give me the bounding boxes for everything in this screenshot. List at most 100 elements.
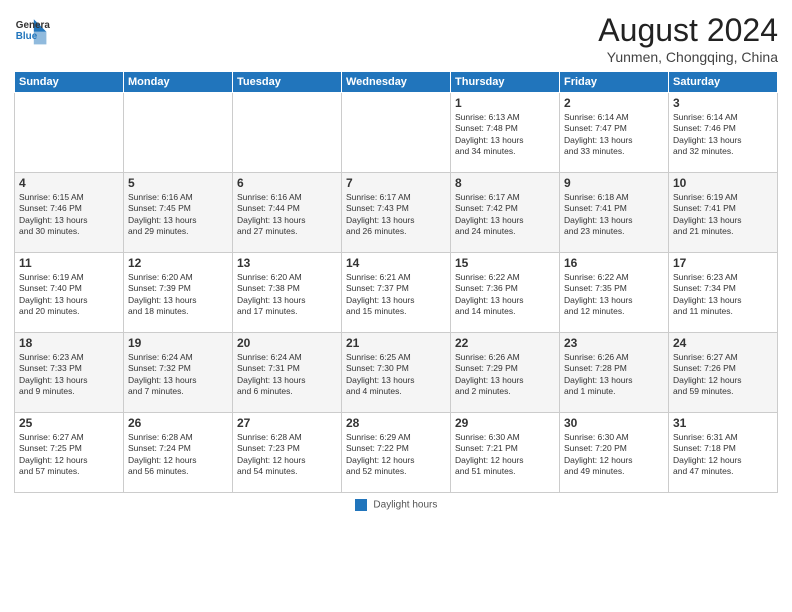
day-info: Sunrise: 6:24 AMSunset: 7:32 PMDaylight:… — [128, 352, 228, 398]
day-number: 12 — [128, 256, 228, 270]
weekday-header-row: SundayMondayTuesdayWednesdayThursdayFrid… — [15, 72, 778, 93]
calendar-cell: 7Sunrise: 6:17 AMSunset: 7:43 PMDaylight… — [342, 173, 451, 253]
day-info: Sunrise: 6:16 AMSunset: 7:44 PMDaylight:… — [237, 192, 337, 238]
day-info: Sunrise: 6:31 AMSunset: 7:18 PMDaylight:… — [673, 432, 773, 478]
day-info: Sunrise: 6:26 AMSunset: 7:28 PMDaylight:… — [564, 352, 664, 398]
location: Yunmen, Chongqing, China — [598, 49, 778, 65]
calendar-cell: 17Sunrise: 6:23 AMSunset: 7:34 PMDayligh… — [669, 253, 778, 333]
day-info: Sunrise: 6:28 AMSunset: 7:24 PMDaylight:… — [128, 432, 228, 478]
day-number: 8 — [455, 176, 555, 190]
day-info: Sunrise: 6:30 AMSunset: 7:21 PMDaylight:… — [455, 432, 555, 478]
daylight-color-swatch — [355, 499, 367, 511]
day-info: Sunrise: 6:21 AMSunset: 7:37 PMDaylight:… — [346, 272, 446, 318]
calendar-cell: 10Sunrise: 6:19 AMSunset: 7:41 PMDayligh… — [669, 173, 778, 253]
title-area: August 2024 Yunmen, Chongqing, China — [598, 12, 778, 65]
day-number: 4 — [19, 176, 119, 190]
day-number: 19 — [128, 336, 228, 350]
week-row-1: 4 Sunrise: 6:15 AMSunset: 7:46 PMDaylight… — [15, 173, 778, 253]
day-number: 14 — [346, 256, 446, 270]
svg-text:Blue: Blue — [16, 31, 38, 42]
day-number: 23 — [564, 336, 664, 350]
calendar-cell: 31 Sunrise: 6:31 AMSunset: 7:18 PMDayligh… — [669, 413, 778, 493]
day-number: 20 — [237, 336, 337, 350]
day-number: 24 — [673, 336, 773, 350]
calendar-cell: 30 Sunrise: 6:30 AMSunset: 7:20 PMDayligh… — [560, 413, 669, 493]
day-info: Sunrise: 6:27 AMSunset: 7:26 PMDaylight:… — [673, 352, 773, 398]
calendar-cell: 2 Sunrise: 6:14 AMSunset: 7:47 PMDaylight… — [560, 93, 669, 173]
calendar-cell — [342, 93, 451, 173]
calendar-cell: 26 Sunrise: 6:28 AMSunset: 7:24 PMDayligh… — [124, 413, 233, 493]
day-number: 2 — [564, 96, 664, 110]
calendar-cell: 27Sunrise: 6:28 AMSunset: 7:23 PMDayligh… — [233, 413, 342, 493]
day-info: Sunrise: 6:30 AMSunset: 7:20 PMDaylight:… — [564, 432, 664, 478]
calendar-cell: 25Sunrise: 6:27 AMSunset: 7:25 PMDayligh… — [15, 413, 124, 493]
weekday-header-sunday: Sunday — [15, 72, 124, 93]
calendar-cell: 5 Sunrise: 6:16 AMSunset: 7:45 PMDaylight… — [124, 173, 233, 253]
calendar-cell: 8 Sunrise: 6:17 AMSunset: 7:42 PMDaylight… — [451, 173, 560, 253]
day-number: 13 — [237, 256, 337, 270]
weekday-header-wednesday: Wednesday — [342, 72, 451, 93]
calendar-cell: 29 Sunrise: 6:30 AMSunset: 7:21 PMDayligh… — [451, 413, 560, 493]
footer-label-text: Daylight hours — [373, 500, 437, 511]
weekday-header-saturday: Saturday — [669, 72, 778, 93]
day-number: 30 — [564, 416, 664, 430]
calendar-cell: 9 Sunrise: 6:18 AMSunset: 7:41 PMDaylight… — [560, 173, 669, 253]
calendar-cell: 14 Sunrise: 6:21 AMSunset: 7:37 PMDayligh… — [342, 253, 451, 333]
calendar-cell: 24 Sunrise: 6:27 AMSunset: 7:26 PMDayligh… — [669, 333, 778, 413]
day-number: 28 — [346, 416, 446, 430]
weekday-header-tuesday: Tuesday — [233, 72, 342, 93]
day-info: Sunrise: 6:22 AMSunset: 7:35 PMDaylight:… — [564, 272, 664, 318]
logo-icon: General Blue — [14, 12, 50, 48]
week-row-4: 25Sunrise: 6:27 AMSunset: 7:25 PMDayligh… — [15, 413, 778, 493]
calendar-cell: 18 Sunrise: 6:23 AMSunset: 7:33 PMDayligh… — [15, 333, 124, 413]
header: General Blue August 2024 Yunmen, Chongqi… — [14, 12, 778, 65]
day-info: Sunrise: 6:15 AMSunset: 7:46 PMDaylight:… — [19, 192, 119, 238]
month-title: August 2024 — [598, 12, 778, 49]
svg-text:General: General — [16, 20, 50, 31]
day-number: 5 — [128, 176, 228, 190]
page-container: General Blue August 2024 Yunmen, Chongqi… — [0, 0, 792, 612]
week-row-0: 1 Sunrise: 6:13 AMSunset: 7:48 PMDaylight… — [15, 93, 778, 173]
calendar-cell: 22Sunrise: 6:26 AMSunset: 7:29 PMDayligh… — [451, 333, 560, 413]
day-info: Sunrise: 6:14 AMSunset: 7:46 PMDaylight:… — [673, 112, 773, 158]
footer: Daylight hours — [14, 499, 778, 511]
calendar-cell — [15, 93, 124, 173]
calendar-cell: 20Sunrise: 6:24 AMSunset: 7:31 PMDayligh… — [233, 333, 342, 413]
day-info: Sunrise: 6:18 AMSunset: 7:41 PMDaylight:… — [564, 192, 664, 238]
day-number: 18 — [19, 336, 119, 350]
calendar-cell: 4 Sunrise: 6:15 AMSunset: 7:46 PMDaylight… — [15, 173, 124, 253]
day-number: 27 — [237, 416, 337, 430]
day-info: Sunrise: 6:16 AMSunset: 7:45 PMDaylight:… — [128, 192, 228, 238]
day-info: Sunrise: 6:22 AMSunset: 7:36 PMDaylight:… — [455, 272, 555, 318]
calendar-cell: 12Sunrise: 6:20 AMSunset: 7:39 PMDayligh… — [124, 253, 233, 333]
day-info: Sunrise: 6:25 AMSunset: 7:30 PMDaylight:… — [346, 352, 446, 398]
day-number: 1 — [455, 96, 555, 110]
calendar-cell: 13 Sunrise: 6:20 AMSunset: 7:38 PMDayligh… — [233, 253, 342, 333]
day-info: Sunrise: 6:14 AMSunset: 7:47 PMDaylight:… — [564, 112, 664, 158]
calendar-cell: 3Sunrise: 6:14 AMSunset: 7:46 PMDaylight… — [669, 93, 778, 173]
calendar-cell: 6 Sunrise: 6:16 AMSunset: 7:44 PMDaylight… — [233, 173, 342, 253]
day-number: 11 — [19, 256, 119, 270]
day-number: 9 — [564, 176, 664, 190]
calendar-cell: 19 Sunrise: 6:24 AMSunset: 7:32 PMDayligh… — [124, 333, 233, 413]
week-row-2: 11 Sunrise: 6:19 AMSunset: 7:40 PMDayligh… — [15, 253, 778, 333]
day-number: 29 — [455, 416, 555, 430]
calendar-cell: 21Sunrise: 6:25 AMSunset: 7:30 PMDayligh… — [342, 333, 451, 413]
week-row-3: 18 Sunrise: 6:23 AMSunset: 7:33 PMDayligh… — [15, 333, 778, 413]
day-number: 7 — [346, 176, 446, 190]
day-number: 26 — [128, 416, 228, 430]
day-info: Sunrise: 6:29 AMSunset: 7:22 PMDaylight:… — [346, 432, 446, 478]
day-number: 22 — [455, 336, 555, 350]
day-info: Sunrise: 6:19 AMSunset: 7:40 PMDaylight:… — [19, 272, 119, 318]
weekday-header-monday: Monday — [124, 72, 233, 93]
day-number: 31 — [673, 416, 773, 430]
day-number: 6 — [237, 176, 337, 190]
day-info: Sunrise: 6:17 AMSunset: 7:42 PMDaylight:… — [455, 192, 555, 238]
weekday-header-thursday: Thursday — [451, 72, 560, 93]
day-info: Sunrise: 6:20 AMSunset: 7:38 PMDaylight:… — [237, 272, 337, 318]
calendar-cell — [233, 93, 342, 173]
day-info: Sunrise: 6:13 AMSunset: 7:48 PMDaylight:… — [455, 112, 555, 158]
calendar-cell: 23 Sunrise: 6:26 AMSunset: 7:28 PMDayligh… — [560, 333, 669, 413]
day-info: Sunrise: 6:23 AMSunset: 7:33 PMDaylight:… — [19, 352, 119, 398]
day-number: 17 — [673, 256, 773, 270]
